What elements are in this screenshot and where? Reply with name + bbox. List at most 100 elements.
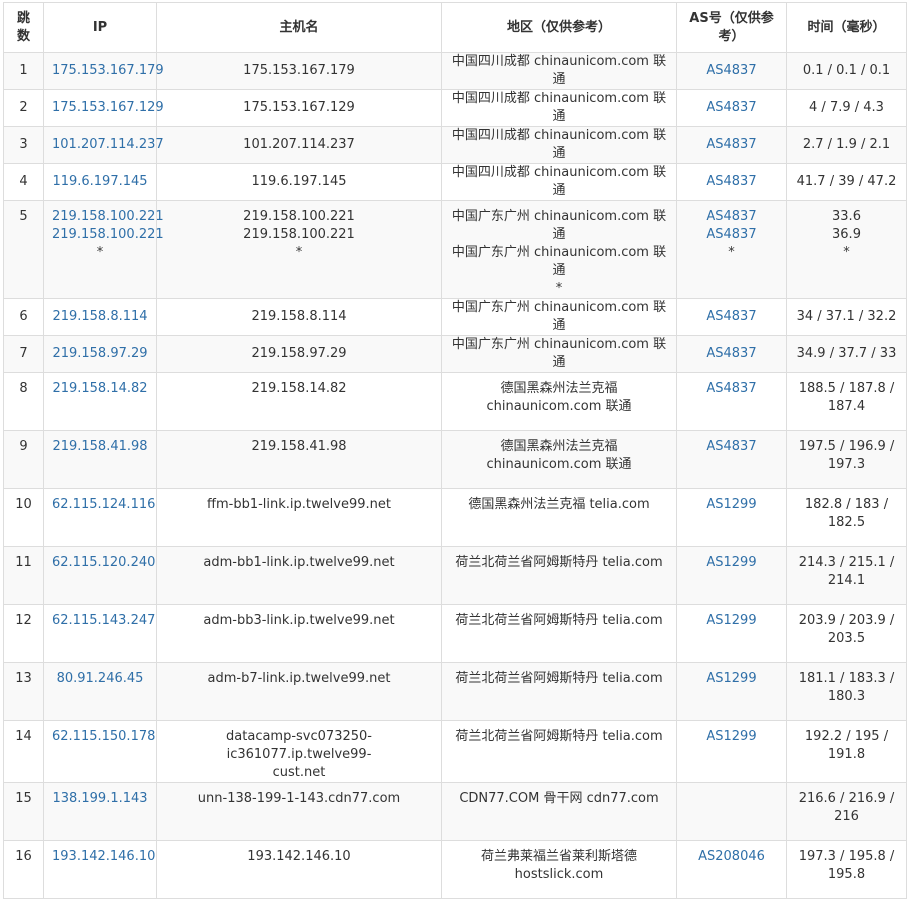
region-cell-text: 中国广东广州 chinaunicom.com 联通 [451, 209, 667, 242]
hostname-cell: 219.158.14.82 [156, 372, 442, 431]
asn-cell: AS1299 [676, 662, 787, 721]
asn-link[interactable]: AS4837 [685, 136, 778, 154]
region-cell-text: 中国四川成都 chinaunicom.com 联通 [451, 54, 667, 87]
ip-link[interactable]: 101.207.114.237 [52, 136, 164, 154]
region-cell: CDN77.COM 骨干网 cdn77.com [441, 782, 677, 841]
asn-cell: AS4837 [676, 430, 787, 489]
time-cell: 197.5 / 196.9 / 197.3 [786, 430, 907, 489]
asn-cell: AS4837 [676, 126, 787, 164]
time-cell-text: 182.5 [827, 515, 866, 530]
ip-link[interactable]: 62.115.143.247 [52, 612, 155, 630]
ip-cell-text: * [96, 245, 104, 260]
ip-link[interactable]: 119.6.197.145 [52, 173, 148, 191]
hop-cell: 12 [3, 604, 44, 663]
asn-link[interactable]: AS4837 [685, 226, 778, 244]
region-cell: 中国广东广州 chinaunicom.com 联通 [441, 335, 677, 373]
hop-cell: 4 [3, 163, 44, 201]
table-row: 3 101.207.114.237 101.207.114.237 中国四川成都 ch… [3, 126, 907, 164]
asn-link[interactable]: AS4837 [685, 308, 778, 326]
hostname-cell-text: 119.6.197.145 [251, 174, 347, 189]
time-cell-text: 36.9 [832, 227, 861, 242]
hostname-cell-text: cust.net [272, 765, 326, 780]
asn-link[interactable]: AS4837 [685, 99, 778, 117]
region-cell: 德国黑森州法兰克福 chinaunicom.com 联通 [441, 430, 677, 489]
ip-link[interactable]: 219.158.100.221 [52, 208, 164, 226]
time-cell-text: 216 [834, 809, 859, 824]
asn-link[interactable]: AS4837 [685, 380, 778, 398]
table-row: 11 62.115.120.240 adm-bb1-link.ip.twelve99… [3, 546, 907, 605]
hostname-cell: 193.142.146.10 [156, 840, 442, 899]
asn-link[interactable]: AS4837 [685, 173, 778, 191]
ip-link[interactable]: 219.158.97.29 [52, 345, 148, 363]
time-cell: 0.1 / 0.1 / 0.1 [786, 52, 907, 90]
time-cell: 192.2 / 195 / 191.8 [786, 720, 907, 783]
ip-cell: 193.142.146.10 [43, 840, 157, 899]
header-ip: IP [43, 2, 157, 53]
time-cell-text: 33.6 [832, 209, 861, 224]
ip-cell: 175.153.167.179 [43, 52, 164, 90]
region-cell: 荷兰北荷兰省阿姆斯特丹 telia.com [441, 720, 677, 783]
table-row: 7 219.158.97.29 219.158.97.29 中国广东广州 chinau… [3, 335, 907, 373]
ip-cell: 219.158.41.98 [43, 430, 157, 489]
region-cell-text: 中国广东广州 chinaunicom.com 联通 [451, 245, 667, 278]
ip-cell: 219.158.97.29 [43, 335, 157, 373]
time-cell: 33.6 36.9 * [786, 200, 907, 299]
ip-link[interactable]: 62.115.120.240 [52, 554, 155, 572]
table-body: 1 175.153.167.179 175.153.167.179 中国四川成都 ch… [3, 52, 907, 899]
asn-link[interactable]: AS208046 [685, 848, 778, 866]
time-cell-text: 216.6 / 216.9 / [798, 791, 895, 806]
time-cell-text: 182.8 / 183 / [804, 497, 889, 512]
time-cell-text: 197.3 / 195.8 / [798, 849, 895, 864]
hop-cell: 15 [3, 782, 44, 841]
hostname-cell-text: * [295, 245, 303, 260]
table-row: 5 219.158.100.221 219.158.100.221 * 219.158.… [3, 200, 907, 299]
time-cell: 181.1 / 183.3 / 180.3 [786, 662, 907, 721]
ip-link[interactable]: 219.158.41.98 [52, 438, 148, 456]
ip-link[interactable]: 219.158.8.114 [52, 308, 148, 326]
time-cell: 216.6 / 216.9 / 216 [786, 782, 907, 841]
asn-link[interactable]: AS1299 [685, 728, 778, 746]
asn-link[interactable]: AS4837 [685, 208, 778, 226]
ip-link[interactable]: 62.115.124.116 [52, 496, 155, 514]
asn-link[interactable]: AS1299 [685, 670, 778, 688]
time-cell-text: 181.1 / 183.3 / [798, 671, 895, 686]
asn-link[interactable]: AS4837 [685, 345, 778, 363]
ip-cell: 62.115.124.116 [43, 488, 157, 547]
hop-cell: 8 [3, 372, 44, 431]
ip-link[interactable]: 219.158.100.221 [52, 226, 164, 244]
region-cell-text: 荷兰北荷兰省阿姆斯特丹 telia.com [455, 555, 663, 570]
hostname-cell-text: adm-bb3-link.ip.twelve99.net [203, 613, 395, 628]
asn-cell: AS208046 [676, 840, 787, 899]
region-cell: 荷兰弗莱福兰省莱利斯塔德 hostslick.com [441, 840, 677, 899]
ip-link[interactable]: 193.142.146.10 [52, 848, 155, 866]
region-cell: 中国四川成都 chinaunicom.com 联通 [441, 52, 677, 90]
table-row: 12 62.115.143.247 adm-bb3-link.ip.twelve99… [3, 604, 907, 663]
asn-link[interactable]: AS1299 [685, 496, 778, 514]
ip-link[interactable]: 80.91.246.45 [52, 670, 148, 688]
region-cell-text: 荷兰北荷兰省阿姆斯特丹 telia.com [455, 671, 663, 686]
region-cell: 德国黑森州法兰克福 chinaunicom.com 联通 [441, 372, 677, 431]
hostname-cell-text: unn-138-199-1-143.cdn77.com [197, 791, 401, 806]
region-cell: 中国广东广州 chinaunicom.com 联通 [441, 298, 677, 336]
asn-link[interactable]: AS4837 [685, 438, 778, 456]
time-cell-text: 34 / 37.1 / 32.2 [796, 309, 897, 324]
asn-link[interactable]: AS1299 [685, 554, 778, 572]
ip-link[interactable]: 62.115.150.178 [52, 728, 155, 746]
region-cell-text: * [555, 281, 563, 296]
ip-link[interactable]: 219.158.14.82 [52, 380, 148, 398]
ip-cell: 119.6.197.145 [43, 163, 157, 201]
ip-link[interactable]: 175.153.167.129 [52, 99, 164, 117]
time-cell-text: 34.9 / 37.7 / 33 [796, 346, 897, 361]
region-cell-text: 德国黑森州法兰克福 telia.com [468, 497, 650, 512]
region-cell-text: 中国广东广州 chinaunicom.com 联通 [451, 300, 667, 333]
ip-link[interactable]: 175.153.167.179 [52, 62, 164, 80]
hostname-cell-text: adm-bb1-link.ip.twelve99.net [203, 555, 395, 570]
asn-link[interactable]: AS4837 [685, 62, 778, 80]
hostname-cell-text: 219.158.100.221 [243, 227, 355, 242]
time-cell-text: 0.1 / 0.1 / 0.1 [802, 63, 891, 78]
asn-link[interactable]: AS1299 [685, 612, 778, 630]
header-time: 时间（毫秒） [786, 2, 907, 53]
hostname-cell: 119.6.197.145 [156, 163, 442, 201]
ip-link[interactable]: 138.199.1.143 [52, 790, 148, 808]
hostname-cell-text: ffm-bb1-link.ip.twelve99.net [207, 497, 391, 512]
